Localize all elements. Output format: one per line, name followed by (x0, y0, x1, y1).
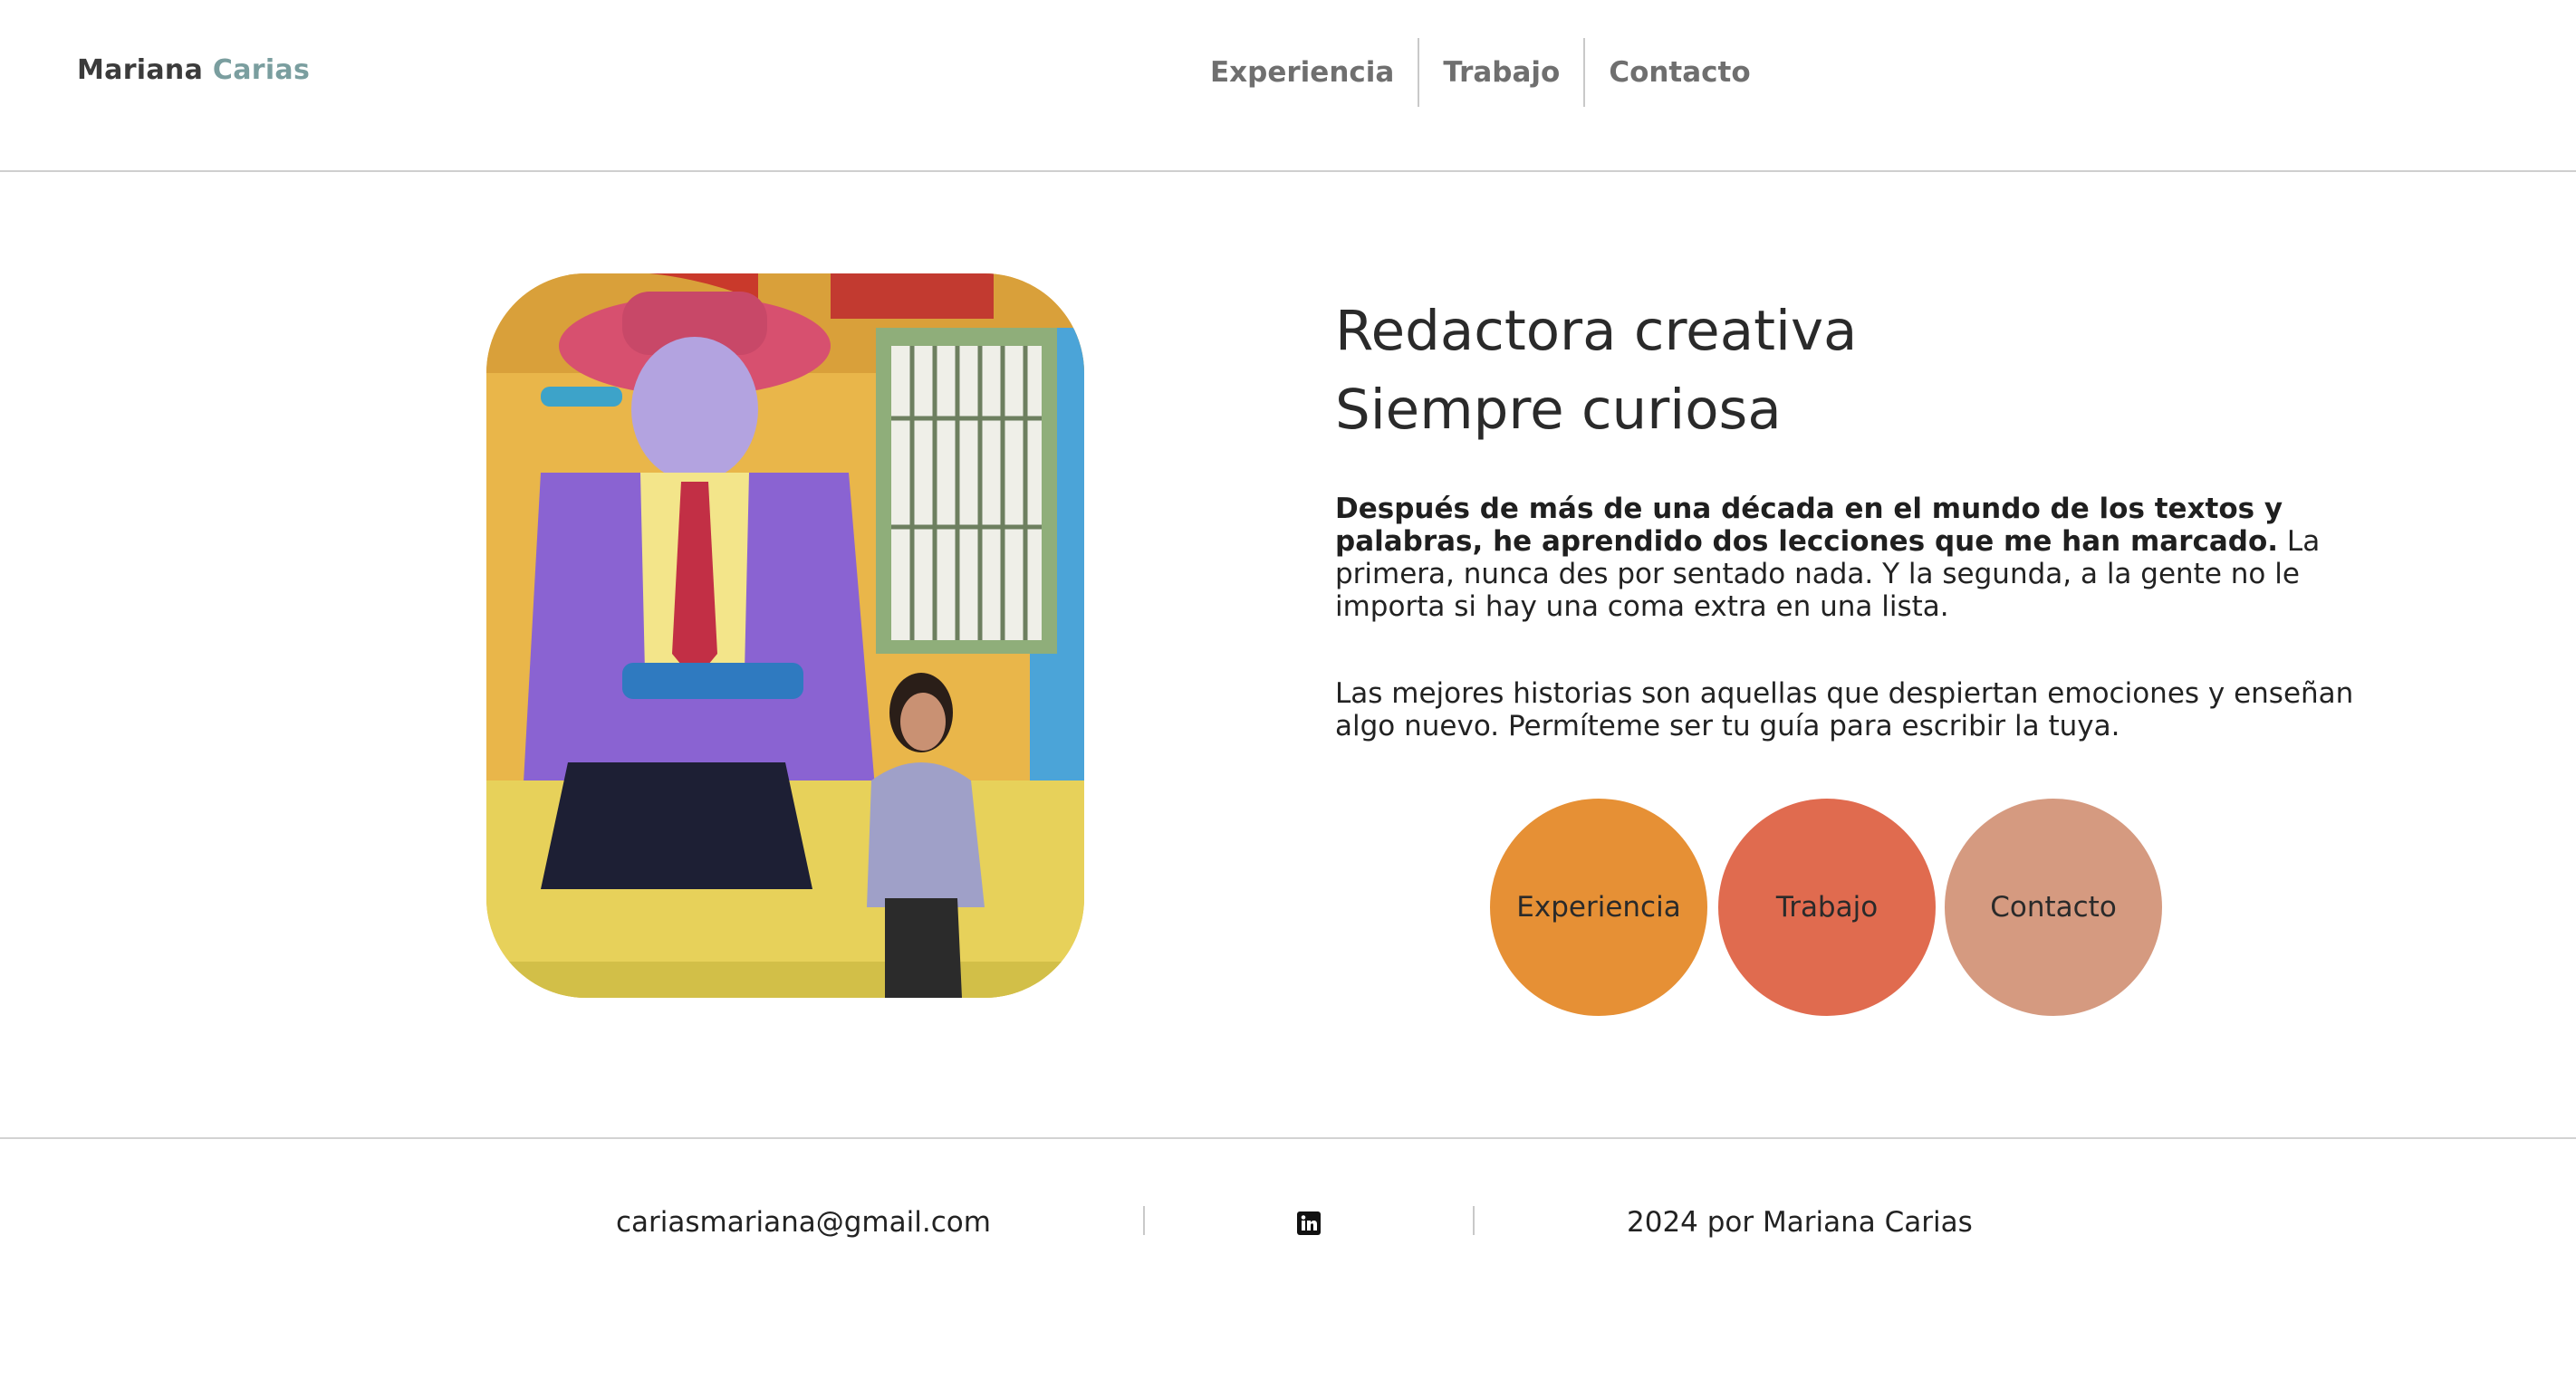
brand-logo[interactable]: Mariana Carias (77, 54, 310, 86)
intro-paragraph: Después de más de una década en el mundo… (1335, 493, 2386, 623)
second-paragraph: Las mejores historias son aquellas que d… (1335, 677, 2354, 742)
headline-line-1: Redactora creativa (1335, 299, 1858, 363)
footer-separator (1143, 1206, 1145, 1235)
trabajo-button[interactable]: Trabajo (1718, 799, 1936, 1016)
hero-headline: Redactora creativa Siempre curiosa (1335, 292, 1857, 449)
intro-bold-text: Después de más de una década en el mundo… (1335, 493, 2283, 558)
experiencia-button[interactable]: Experiencia (1490, 799, 1707, 1016)
footer-copyright: 2024 por Mariana Carias (1627, 1206, 1973, 1239)
footer-divider (0, 1137, 2576, 1139)
headline-line-2: Siempre curiosa (1335, 378, 1782, 442)
brand-first-name: Mariana (77, 54, 204, 86)
nav-contacto[interactable]: Contacto (1585, 38, 1773, 107)
footer-email[interactable]: cariasmariana@gmail.com (616, 1206, 991, 1239)
footer-separator (1473, 1206, 1475, 1235)
contacto-button[interactable]: Contacto (1945, 799, 2162, 1016)
nav-experiencia[interactable]: Experiencia (1187, 38, 1418, 107)
site-header: Mariana Carias Experiencia Trabajo Conta… (0, 0, 2576, 172)
nav-trabajo[interactable]: Trabajo (1419, 38, 1583, 107)
brand-last-name: Carias (212, 54, 311, 86)
profile-photo (486, 273, 1084, 998)
main-nav: Experiencia Trabajo Contacto (1187, 38, 1774, 107)
linkedin-icon[interactable] (1297, 1211, 1321, 1235)
